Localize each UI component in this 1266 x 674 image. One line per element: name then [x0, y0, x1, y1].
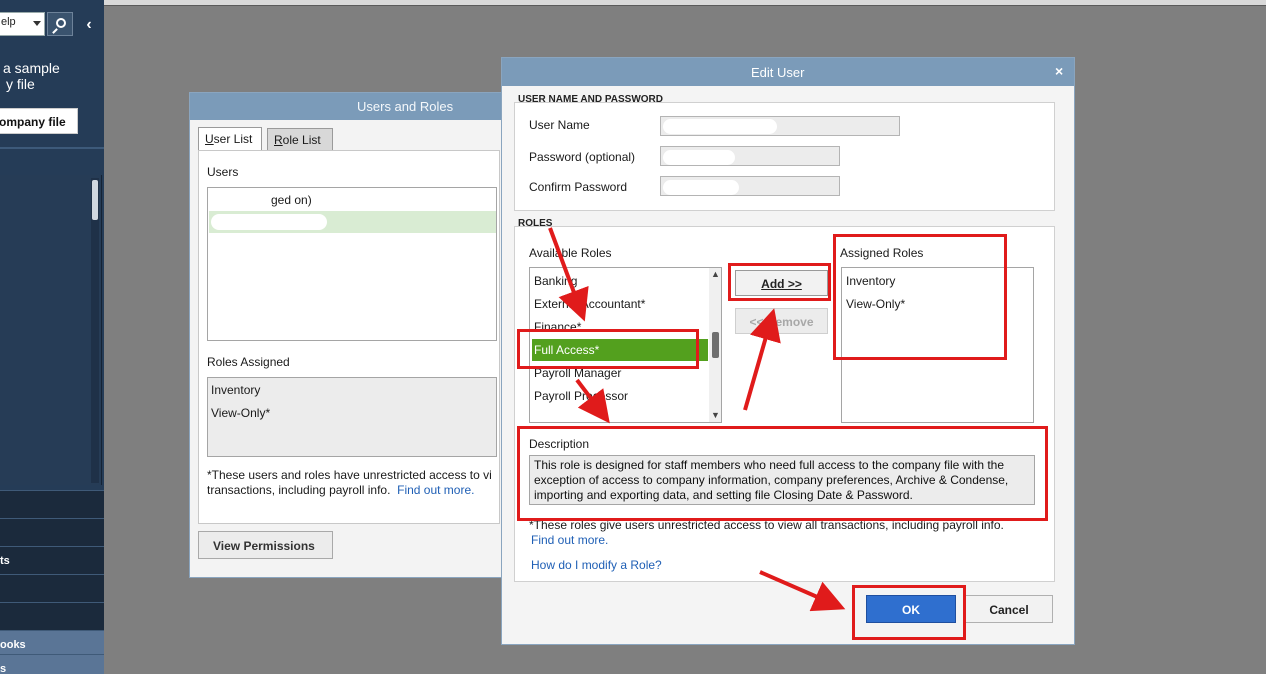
- arrow-to-full-access: [548, 227, 589, 322]
- arrow-to-add: [743, 308, 781, 411]
- arrow-to-ok: [759, 570, 846, 612]
- annotation-arrows: [548, 227, 846, 612]
- arrow-to-description: [575, 378, 610, 424]
